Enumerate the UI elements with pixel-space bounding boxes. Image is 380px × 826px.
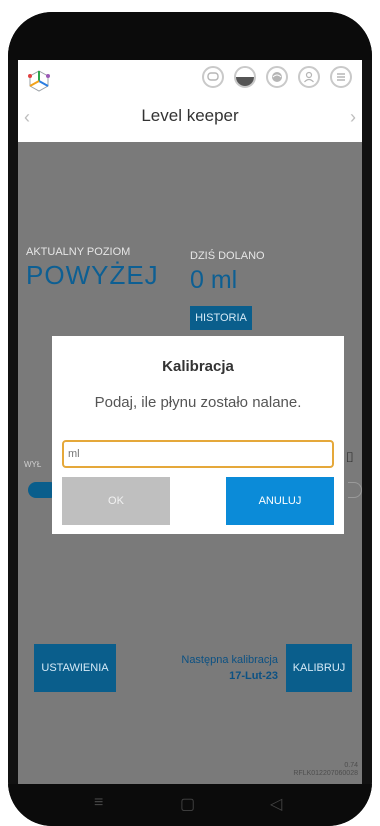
- today-added-label: DZIŚ DOLANO: [190, 250, 265, 262]
- settings-button[interactable]: USTAWIENIA: [34, 644, 116, 692]
- back-icon[interactable]: ◁: [270, 794, 282, 814]
- version-number: 0.74: [344, 762, 358, 769]
- version-info: 0.74 RFLK012207060028: [293, 762, 358, 778]
- user-icon[interactable]: [298, 66, 320, 88]
- app-header: ‹ Level keeper ›: [18, 60, 362, 142]
- today-added-value: 0 ml: [190, 266, 238, 294]
- next-calibration-date: 17-Lut-23: [229, 670, 278, 682]
- ml-input[interactable]: [62, 440, 334, 468]
- history-button[interactable]: HISTORIA: [190, 306, 252, 330]
- device-id: RFLK012207060028: [293, 770, 358, 777]
- header-icons: [202, 66, 352, 88]
- toggle-label: WYŁ: [24, 460, 42, 469]
- dialog-message: Podaj, ile płynu zostało nalane.: [94, 394, 302, 411]
- menu-icon[interactable]: [330, 66, 352, 88]
- cube-logo-icon: [26, 68, 52, 94]
- title-row: ‹ Level keeper ›: [18, 102, 362, 132]
- android-nav-bar: ≡ ▢ ◁: [8, 784, 372, 826]
- ok-button[interactable]: OK: [62, 477, 170, 525]
- globe-icon[interactable]: [266, 66, 288, 88]
- dialog-title: Kalibracja: [162, 358, 234, 375]
- bracket-icon: ⌷: [345, 449, 354, 465]
- page-title: Level keeper: [141, 106, 239, 125]
- calibrate-button[interactable]: KALIBRUJ: [286, 644, 352, 692]
- next-calibration-label: Następna kalibracja: [181, 654, 278, 666]
- calibration-dialog: Kalibracja Podaj, ile płynu zostało nala…: [52, 336, 344, 534]
- status-bar: [8, 12, 372, 60]
- home-icon[interactable]: ▢: [180, 794, 195, 814]
- chat-icon[interactable]: [202, 66, 224, 88]
- chevron-right-icon[interactable]: ›: [350, 107, 356, 128]
- recent-apps-icon[interactable]: ≡: [94, 794, 103, 812]
- level-gauge-icon[interactable]: [234, 66, 256, 88]
- phone-frame: ‹ Level keeper › AKTUALNY POZIOM POWYŻEJ…: [8, 12, 372, 826]
- cancel-button[interactable]: ANULUJ: [226, 477, 334, 525]
- toggle-switch-right[interactable]: [348, 482, 362, 498]
- current-level-value: POWYŻEJ: [26, 260, 159, 290]
- current-level-label: AKTUALNY POZIOM: [26, 246, 131, 258]
